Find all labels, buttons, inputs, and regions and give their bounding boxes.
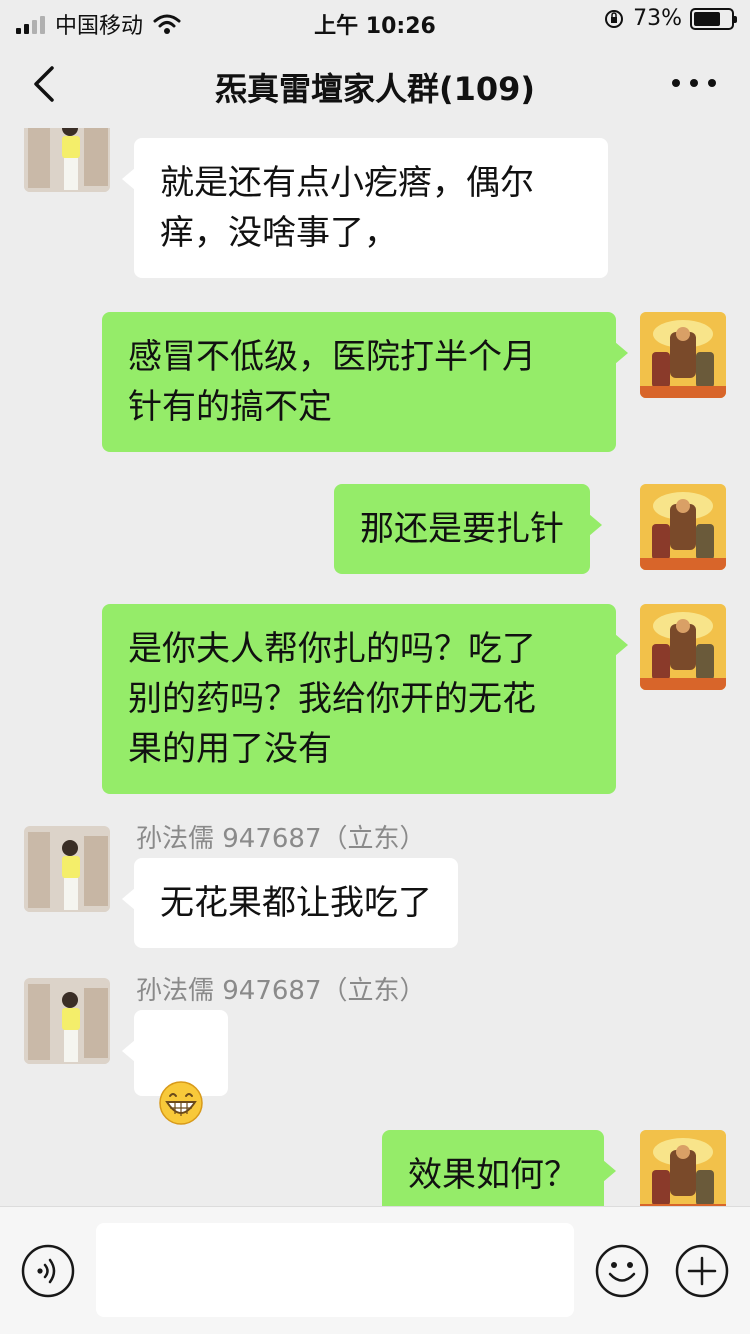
battery-icon [690,7,737,30]
person-photo-icon [24,978,110,1064]
back-button[interactable] [24,62,68,106]
chat-title: 炁真雷壇家人群(109) [214,70,536,108]
deity-image-icon [640,604,726,690]
message-bubble-incoming[interactable]: 就是还有点小疙瘩，偶尔 痒，没啥事了， [122,138,608,278]
contact-avatar[interactable] [24,978,110,1064]
my-avatar[interactable] [640,312,726,398]
my-avatar[interactable] [640,604,726,690]
message-bubble-outgoing[interactable]: 那还是要扎针 [334,484,602,574]
message-bubble-outgoing[interactable]: 感冒不低级，医院打半个月 针有的搞不定 [102,312,628,452]
person-photo-icon [24,128,110,192]
battery-percent: 73% [633,6,682,31]
status-bar: 中国移动 上午 10:26 73% [0,0,750,42]
contact-avatar[interactable] [24,128,110,192]
battery-level [694,11,721,26]
my-avatar[interactable] [640,484,726,570]
message-input[interactable] [96,1223,574,1317]
nav-bar: 炁真雷壇家人群(109) [0,42,750,128]
voice-icon [21,1244,75,1298]
deity-image-icon [640,312,726,398]
grinning-face-emoji [159,1081,203,1125]
deity-image-icon [640,484,726,570]
contact-avatar[interactable] [24,826,110,912]
message-bubble-outgoing[interactable]: 是你夫人帮你扎的吗？吃了 别的药吗？我给你开的无花 果的用了没有 [102,604,628,794]
emoji-button[interactable] [594,1243,650,1299]
more-dots-icon [672,79,680,87]
status-bar-right: 73% [603,6,737,31]
input-bar [0,1206,750,1334]
message-bubble-outgoing[interactable]: 效果如何？ [382,1130,616,1206]
more-button[interactable] [672,76,716,90]
my-avatar[interactable] [640,1130,726,1206]
sender-name: 孙法儒 947687（立东） [136,976,426,1006]
chevron-left-icon [34,66,54,102]
message-bubble-incoming[interactable] [122,1010,228,1125]
message-list[interactable]: 就是还有点小疙瘩，偶尔 痒，没啥事了， 感冒不低级，医院打半个月 针有的搞不定 [0,128,750,1206]
message-bubble-incoming[interactable]: 无花果都让我吃了 [122,858,458,948]
person-photo-icon [24,826,110,912]
rotation-lock-icon [605,9,624,28]
emoji-icon [595,1244,649,1298]
plus-icon [675,1244,729,1298]
voice-button[interactable] [20,1243,76,1299]
deity-image-icon [640,1130,726,1206]
chat-app: 中国移动 上午 10:26 73% 炁真雷壇家人群(109) 就是还有点小疙瘩，… [0,0,750,1334]
sender-name: 孙法儒 947687（立东） [136,824,426,854]
more-functions-button[interactable] [674,1243,730,1299]
